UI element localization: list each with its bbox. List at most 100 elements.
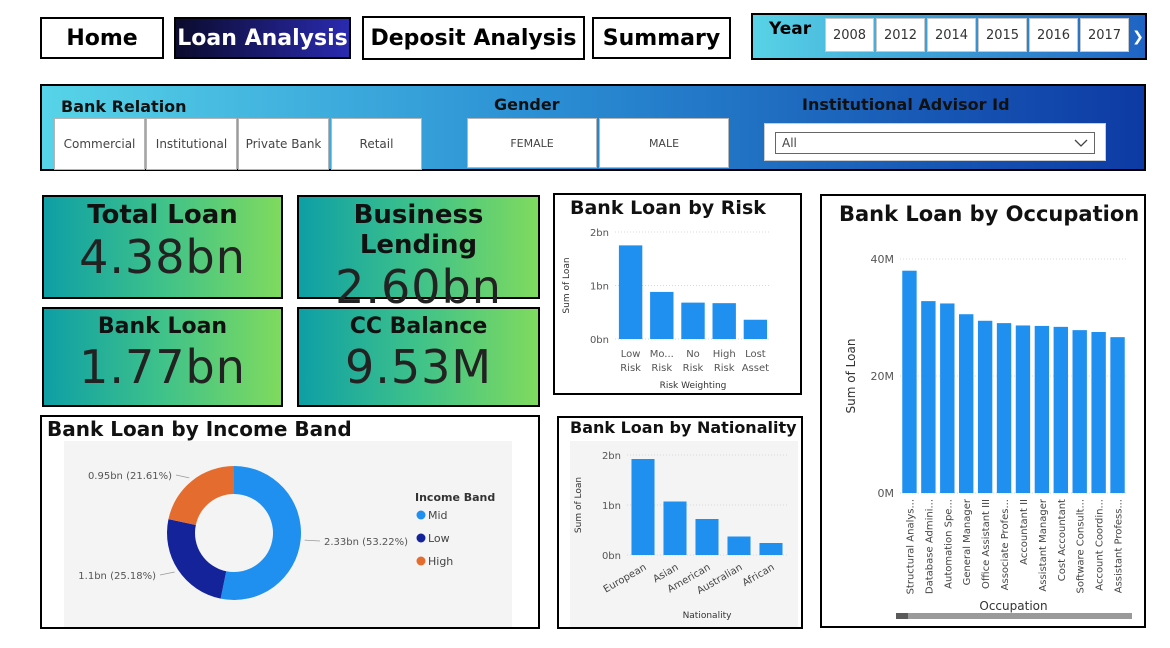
kpi-title: Business Lending [353,200,484,260]
bar [695,519,719,555]
deposit-analysis-button[interactable]: Deposit Analysis [362,16,585,60]
year-chip[interactable]: 2017 [1080,18,1129,52]
y-tick-label: 20M [871,370,895,383]
bar [1053,326,1068,493]
x-tick-label: European [602,562,649,595]
occupation-chart: 0M 20M 40M Structural Analys... Database Adm… [844,253,1132,619]
y-tick-label: 1bn [590,282,609,293]
x-tick-label: Risk [651,363,672,374]
bar [743,319,768,339]
y-tick-label: 2bn [602,451,621,462]
bank-relation-title: Bank Relation [61,97,187,116]
bar [759,543,783,555]
home-button[interactable]: Home [40,17,164,59]
x-tick-label: No [686,349,700,360]
y-axis-title: Sum of Loan [562,257,572,313]
y-axis-title: Sum of Loan [844,339,858,414]
bank-relation-option[interactable]: Institutional [146,118,237,170]
x-tick-label: Software Consult... [1076,499,1087,593]
year-chip[interactable]: 2008 [825,18,874,52]
bank-relation-option[interactable]: Commercial [54,118,145,170]
kpi-value: 2.60bn [335,260,502,314]
bar [631,459,655,555]
x-tick-label: Risk [683,363,704,374]
x-tick-label: Account Coordin... [1095,499,1106,591]
x-axis-title: Risk Weighting [660,381,727,391]
bar [1091,332,1106,493]
year-chip[interactable]: 2015 [978,18,1027,52]
loan-analysis-button[interactable]: Loan Analysis [174,17,351,59]
year-slicer: Year 2008 2012 2014 2015 2016 2017 ❯ [751,13,1147,60]
x-tick-label: Structural Analys... [905,499,916,594]
legend-marker [416,510,426,520]
x-tick-label: Automation Spe... [943,499,954,589]
x-tick-label: Assistant Manager [1038,498,1049,591]
risk-chart-card: Bank Loan by Risk 0bn 1bn 2bn Low Risk Mo... R… [553,193,802,395]
year-chip[interactable]: 2016 [1029,18,1078,52]
year-slicer-title: Year [769,19,812,39]
bar [1072,330,1087,493]
year-chip[interactable]: 2012 [876,18,925,52]
scrollbar-thumb [896,613,908,619]
y-axis-title: Sum of Loan [574,477,584,533]
y-tick-label: 2bn [590,228,609,239]
kpi-bank-loan: Bank Loan 1.77bn [42,307,283,407]
chevron-down-icon[interactable] [1074,136,1088,150]
kpi-value: 9.53M [344,340,493,394]
donut-slice [167,519,227,599]
bar [681,302,705,339]
chevron-right-icon[interactable]: ❯ [1131,15,1145,58]
data-label: 2.33bn (53.22%) [324,537,408,548]
advisor-selected-value: All [782,136,797,150]
kpi-title: Bank Loan [97,314,228,339]
x-tick-label: High [713,349,736,360]
risk-chart: 0bn 1bn 2bn Low Risk Mo... Risk No Risk High Risk L… [562,228,771,391]
advisor-dropdown[interactable]: All [764,123,1106,161]
data-label: 0.95bn (21.61%) [88,471,172,482]
bar [663,501,687,555]
data-label: 1.1bn (25.18%) [78,571,156,582]
nationality-chart-card: Bank Loan by Nationality 0bn 1bn 2bn Europe… [557,416,803,629]
x-tick-label: Assistant Profess... [1114,499,1125,593]
bar [727,536,751,555]
bar [712,303,736,339]
bank-relation-option[interactable]: Private Bank [238,118,329,170]
x-tick-label: General Manager [962,498,973,585]
kpi-total-loan: Total Loan 4.38bn [42,195,283,299]
bar [1015,325,1031,493]
x-tick-label: Associate Profes... [1000,499,1011,590]
y-tick-label: 40M [871,253,895,266]
y-tick-label: 0bn [602,551,621,562]
x-axis-title: Nationality [683,611,733,621]
leader-line [159,571,175,576]
summary-button[interactable]: Summary [592,17,731,59]
nationality-chart: 0bn1bn2bnEuropean AsianAmericanAustralian… [574,451,787,621]
kpi-value: 4.38bn [79,230,246,284]
bank-relation-option[interactable]: Retail [331,118,422,170]
kpi-title: CC Balance [349,314,488,339]
horizontal-scrollbar [896,613,1132,619]
y-tick-label: 1bn [602,501,621,512]
donut-slice [168,466,234,525]
bar [940,303,955,493]
gender-title: Gender [494,95,560,114]
gender-option-female[interactable]: FEMALE [467,118,597,168]
x-axis-title: Occupation [979,599,1047,613]
x-tick-label: Asset [742,363,769,374]
x-tick-label: Accountant II [1019,499,1030,565]
legend-title: Income Band [415,491,495,504]
legend-marker [416,533,426,543]
advisor-select[interactable]: All [775,132,1095,154]
bar [959,314,974,493]
x-tick-label: Cost Accountant [1057,499,1068,581]
year-chip[interactable]: 2014 [927,18,976,52]
income-chart-card: Bank Loan by Income Band 2.33bn (53.22%)… [40,415,540,629]
bar [902,270,917,493]
bar [996,323,1012,493]
leader-line [175,474,190,479]
x-tick-label: Low [621,349,641,360]
gender-option-male[interactable]: MALE [599,118,729,168]
occupation-chart-card: Bank Loan by Occupation 0M 20M 40M Structur… [820,194,1146,628]
bar [618,245,643,339]
kpi-business-lending: Business Lending 2.60bn [297,195,540,314]
